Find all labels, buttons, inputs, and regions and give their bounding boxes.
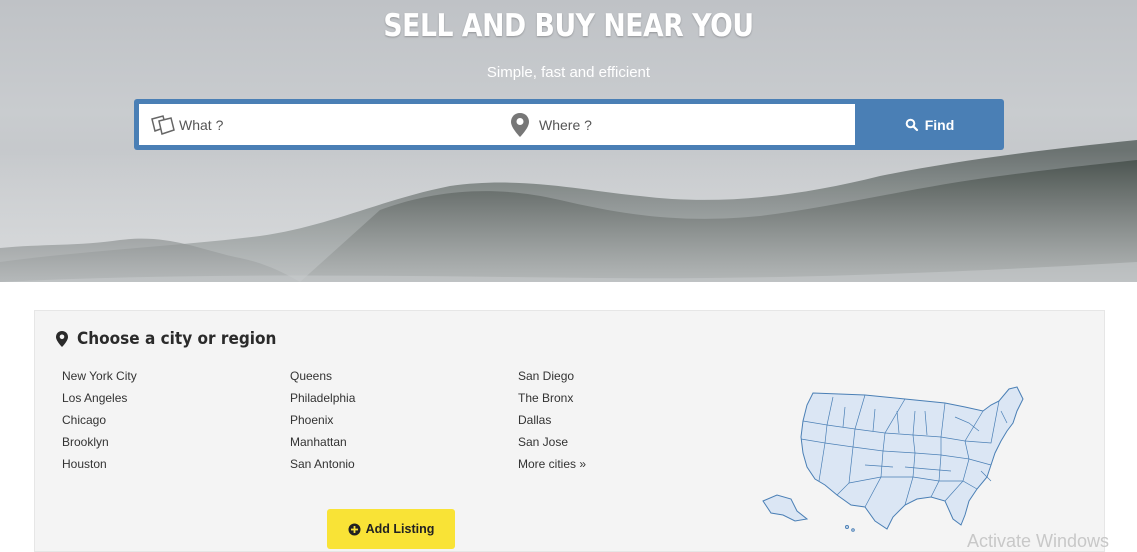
add-listing-label: Add Listing <box>365 522 435 536</box>
city-link[interactable]: Dallas <box>518 409 586 431</box>
find-button[interactable]: Find <box>855 99 1004 150</box>
tags-icon <box>151 114 175 135</box>
us-map[interactable] <box>755 381 1040 536</box>
regions-heading-text: Choose a city or region <box>77 329 277 349</box>
city-link[interactable]: Manhattan <box>290 431 355 453</box>
city-column-1: New York City Los Angeles Chicago Brookl… <box>62 365 137 475</box>
find-label: Find <box>924 116 955 133</box>
where-placeholder: Where ? <box>539 116 592 133</box>
regions-heading: Choose a city or region <box>55 329 299 349</box>
hero-banner: SELL AND BUY NEAR YOU Simple, fast and e… <box>0 0 1137 282</box>
hero-subtitle: Simple, fast and efficient <box>486 64 651 81</box>
city-column-3: San Diego The Bronx Dallas San Jose More… <box>518 365 586 475</box>
city-link[interactable]: Houston <box>62 453 137 475</box>
search-icon <box>905 118 918 131</box>
add-listing-button[interactable]: Add Listing <box>327 509 455 549</box>
map-marker-icon <box>56 331 68 347</box>
more-cities-link[interactable]: More cities » <box>518 453 586 475</box>
search-fields: What ? Where ? <box>139 104 855 145</box>
activate-windows-watermark: Activate Windows <box>967 531 1110 551</box>
hero-title: SELL AND BUY NEAR YOU <box>383 8 754 44</box>
city-link[interactable]: The Bronx <box>518 387 586 409</box>
map-marker-icon <box>511 112 529 137</box>
city-link[interactable]: Queens <box>290 365 355 387</box>
city-link[interactable]: San Diego <box>518 365 586 387</box>
city-link[interactable]: New York City <box>62 365 137 387</box>
city-link[interactable]: San Jose <box>518 431 586 453</box>
what-field[interactable]: What ? <box>149 104 499 145</box>
city-link[interactable]: Phoenix <box>290 409 355 431</box>
where-field[interactable]: Where ? <box>509 104 849 145</box>
search-bar: What ? Where ? Find <box>134 99 1004 150</box>
city-link[interactable]: Brooklyn <box>62 431 137 453</box>
city-link[interactable]: San Antonio <box>290 453 355 475</box>
what-placeholder: What ? <box>179 116 224 133</box>
city-link[interactable]: Philadelphia <box>290 387 355 409</box>
regions-panel: Choose a city or region New York City Lo… <box>34 310 1105 552</box>
city-column-2: Queens Philadelphia Phoenix Manhattan Sa… <box>290 365 355 475</box>
city-link[interactable]: Los Angeles <box>62 387 137 409</box>
city-link[interactable]: Chicago <box>62 409 137 431</box>
plus-circle-icon <box>348 523 361 535</box>
